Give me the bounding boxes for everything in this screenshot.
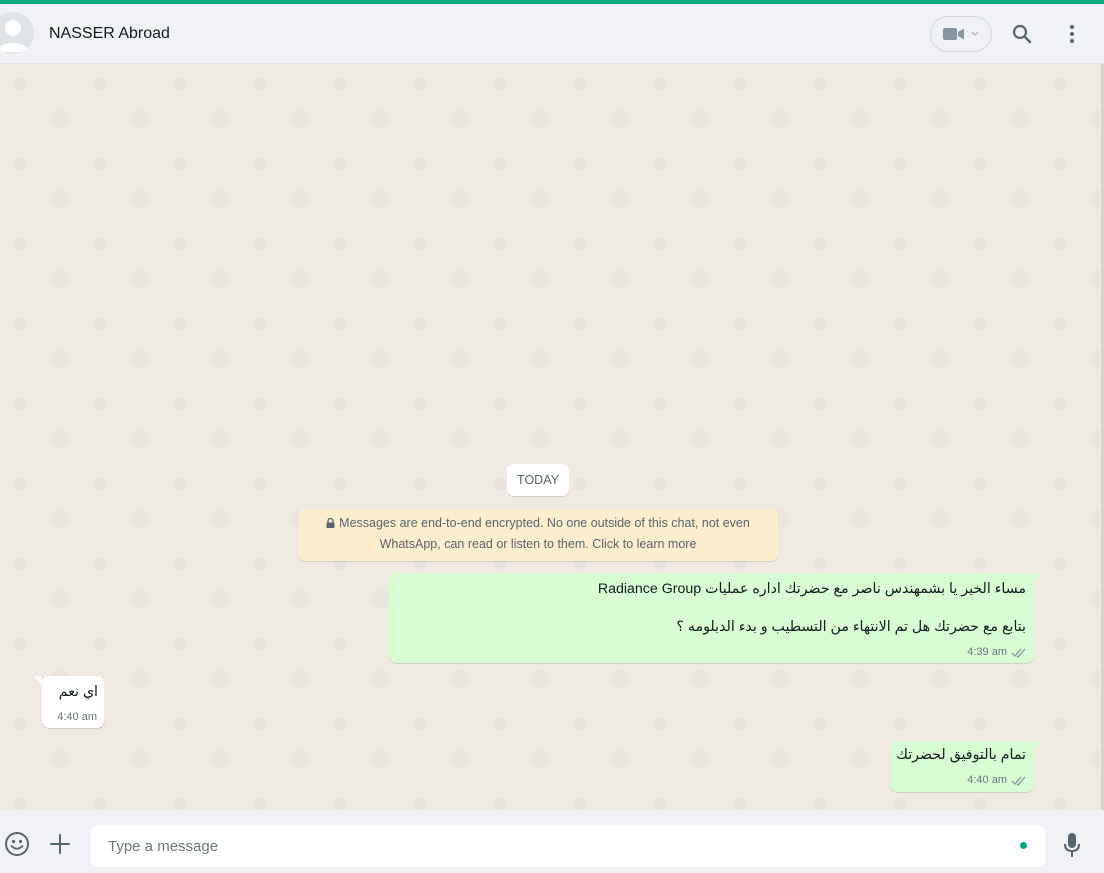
bubble-tail bbox=[34, 676, 42, 686]
video-call-button[interactable] bbox=[930, 16, 992, 52]
search-button[interactable] bbox=[1008, 20, 1036, 48]
message-text-line-1: مساء الخير يا بشمهندس ناصر مع حضرتك ادار… bbox=[597, 581, 1026, 597]
incoming-message[interactable]: اي نعم 4:40 am bbox=[34, 676, 104, 728]
message-meta: 4:40 am bbox=[57, 711, 97, 723]
message-time: 4:40 am bbox=[57, 711, 97, 723]
search-icon bbox=[1012, 24, 1032, 44]
outgoing-message[interactable]: مساء الخير يا بشمهندس ناصر مع حضرتك ادار… bbox=[389, 573, 1042, 663]
outgoing-message[interactable]: تمام بالتوفيق لحضرتك 4:40 am bbox=[890, 741, 1042, 792]
chevron-down-icon bbox=[971, 31, 979, 36]
microphone-icon bbox=[1064, 833, 1080, 857]
message-text-line-2: بتابع مع حضرتك هل تم الانتهاء من التسطيب… bbox=[676, 619, 1026, 635]
emoji-icon bbox=[5, 832, 29, 856]
encryption-notice[interactable]: Messages are end-to-end encrypted. No on… bbox=[298, 509, 778, 561]
input-status-dot bbox=[1020, 842, 1027, 849]
contact-name[interactable]: NASSER Abroad bbox=[49, 25, 170, 43]
date-divider: TODAY bbox=[507, 464, 569, 496]
video-call-icon bbox=[943, 28, 964, 40]
message-time: 4:39 am bbox=[967, 646, 1007, 658]
encryption-notice-line-2: WhatsApp, can read or listen to them. Cl… bbox=[379, 537, 697, 551]
bubble-tail bbox=[1034, 573, 1042, 583]
avatar-icon bbox=[0, 20, 29, 52]
menu-icon bbox=[1070, 25, 1074, 43]
encryption-notice-line-1: Messages are end-to-end encrypted. No on… bbox=[298, 513, 778, 534]
bubble-tail bbox=[1034, 741, 1042, 751]
plus-icon bbox=[50, 834, 70, 854]
read-ticks-icon bbox=[1011, 648, 1026, 658]
message-composer bbox=[0, 810, 1104, 873]
message-meta: 4:40 am bbox=[967, 774, 1027, 786]
message-meta: 4:39 am bbox=[967, 646, 1027, 658]
lock-icon bbox=[326, 518, 335, 528]
read-ticks-icon bbox=[1011, 776, 1026, 786]
message-input[interactable] bbox=[91, 825, 1045, 867]
message-time: 4:40 am bbox=[967, 774, 1007, 786]
menu-button[interactable] bbox=[1058, 20, 1086, 48]
message-text: تمام بالتوفيق لحضرتك bbox=[896, 747, 1026, 763]
voice-message-button[interactable] bbox=[1057, 830, 1087, 860]
emoji-button[interactable] bbox=[2, 829, 32, 859]
attach-button[interactable] bbox=[45, 829, 75, 859]
message-text: اي نعم bbox=[58, 684, 98, 700]
avatar[interactable] bbox=[0, 12, 34, 54]
message-list[interactable]: TODAY Messages are end-to-end encrypted.… bbox=[0, 64, 1104, 810]
chat-header: NASSER Abroad bbox=[0, 4, 1104, 64]
